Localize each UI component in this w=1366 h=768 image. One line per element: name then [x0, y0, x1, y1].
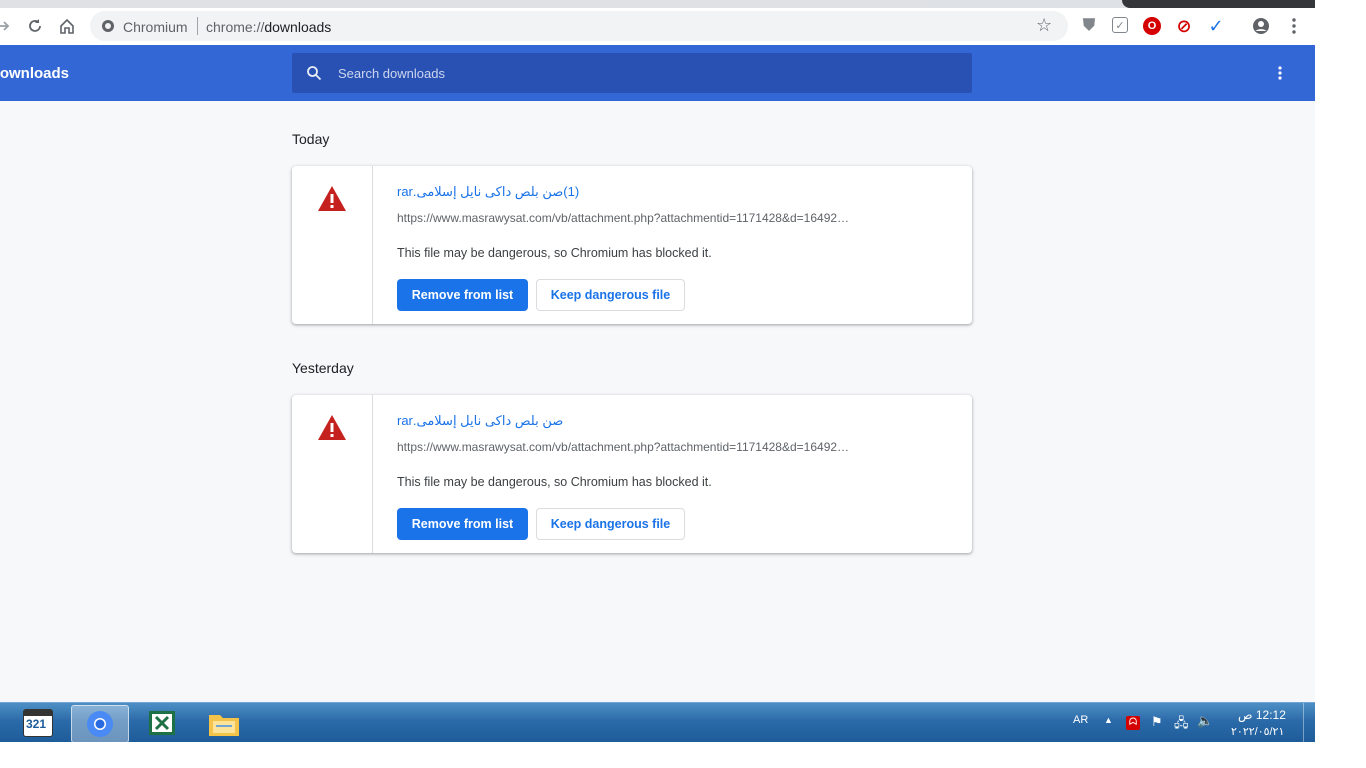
file-name-link[interactable]: صن بلص داكى نايل إسلامى.rar [397, 413, 563, 429]
tab[interactable] [0, 0, 926, 8]
file-name-link[interactable]: (1)صن بلص داكى نايل إسلامى.rar [397, 184, 579, 200]
network-icon[interactable]: 🖧 [1174, 714, 1189, 736]
date-header-yesterday: Yesterday [292, 360, 354, 376]
remove-from-list-button[interactable]: Remove from list [397, 279, 528, 311]
tab-strip [0, 0, 1315, 8]
taskbar-file-explorer[interactable] [196, 705, 252, 741]
show-hidden-icons[interactable]: ▲ [1104, 715, 1113, 725]
omnibox[interactable]: Chromium chrome://downloads ☆ [90, 11, 1068, 41]
profile-avatar-icon[interactable] [1251, 16, 1271, 36]
chrome-menu-icon[interactable] [1284, 16, 1304, 36]
file-icon-column [292, 395, 373, 553]
clock-date[interactable]: ٢٠٢٢/٠٥/٢١ [1231, 725, 1284, 738]
bookmark-star-icon[interactable]: ☆ [1036, 15, 1052, 36]
action-center-flag-icon[interactable]: ⚑ [1151, 714, 1163, 730]
warning-icon [318, 186, 346, 211]
screen-bottom-margin [0, 742, 1366, 768]
folder-icon [209, 715, 239, 736]
window-caption [1122, 0, 1315, 8]
warning-icon [318, 415, 346, 440]
browser-toolbar: Chromium chrome://downloads ☆ ⛊ ✓ O ⊘ ✓ [0, 8, 1315, 45]
media-player-icon: 321 [23, 709, 53, 737]
keep-dangerous-file-button[interactable]: Keep dangerous file [536, 279, 685, 311]
puzzle-extension-icon[interactable]: ✓ [1112, 17, 1128, 33]
language-indicator[interactable]: AR [1073, 714, 1088, 726]
omnibox-separator [197, 17, 198, 35]
excel-icon [149, 711, 175, 735]
chromium-site-icon [102, 20, 114, 32]
danger-description: This file may be dangerous, so Chromium … [397, 475, 712, 489]
file-url-link[interactable]: https://www.masrawysat.com/vb/attachment… [397, 211, 849, 225]
chromium-icon [87, 711, 113, 737]
file-url-link[interactable]: https://www.masrawysat.com/vb/attachment… [397, 440, 849, 454]
page-title: Downloads [0, 65, 70, 82]
desktop-background [1315, 0, 1366, 768]
check-extension-icon[interactable]: ✓ [1207, 16, 1225, 36]
search-box[interactable]: Search downloads [292, 53, 972, 93]
forward-icon[interactable] [0, 16, 14, 36]
opera-extension-icon[interactable]: O [1143, 17, 1161, 35]
show-desktop-button[interactable] [1303, 703, 1316, 743]
danger-description: This file may be dangerous, so Chromium … [397, 246, 712, 260]
windows-taskbar: 321 AR ▲ ᗣ ⚑ 🖧 🔈 12:12 ص ٢٠٢٢/٠٥/٢١ [0, 702, 1315, 743]
url-text[interactable]: chrome://downloads [206, 19, 331, 35]
shield-extension-icon[interactable]: ⛊ [1080, 17, 1098, 35]
date-header-today: Today [292, 131, 330, 147]
search-input[interactable]: Search downloads [338, 66, 445, 81]
downloads-header: Downloads Search downloads [0, 45, 1315, 101]
taskbar-excel[interactable] [134, 705, 190, 741]
keep-dangerous-file-button[interactable]: Keep dangerous file [536, 508, 685, 540]
taskbar-chromium[interactable] [71, 705, 129, 743]
search-icon [307, 66, 322, 81]
site-name: Chromium [123, 19, 188, 35]
remove-from-list-button[interactable]: Remove from list [397, 508, 528, 540]
reload-icon[interactable] [25, 16, 45, 36]
home-icon[interactable] [57, 16, 77, 36]
more-actions-icon[interactable] [1272, 65, 1288, 81]
file-icon-column [292, 166, 373, 324]
volume-icon[interactable]: 🔈 [1197, 713, 1213, 729]
antivirus-tray-icon[interactable]: ᗣ [1126, 716, 1140, 730]
download-item: (1)صن بلص داكى نايل إسلامى.rar https://w… [292, 166, 972, 324]
downloads-list: Today (1)صن بلص داكى نايل إسلامى.rar htt… [0, 101, 1315, 702]
block-extension-icon[interactable]: ⊘ [1175, 16, 1193, 36]
taskbar-media-player[interactable]: 321 [10, 705, 66, 741]
clock-time[interactable]: 12:12 ص [1238, 708, 1286, 722]
download-item: صن بلص داكى نايل إسلامى.rar https://www.… [292, 395, 972, 553]
